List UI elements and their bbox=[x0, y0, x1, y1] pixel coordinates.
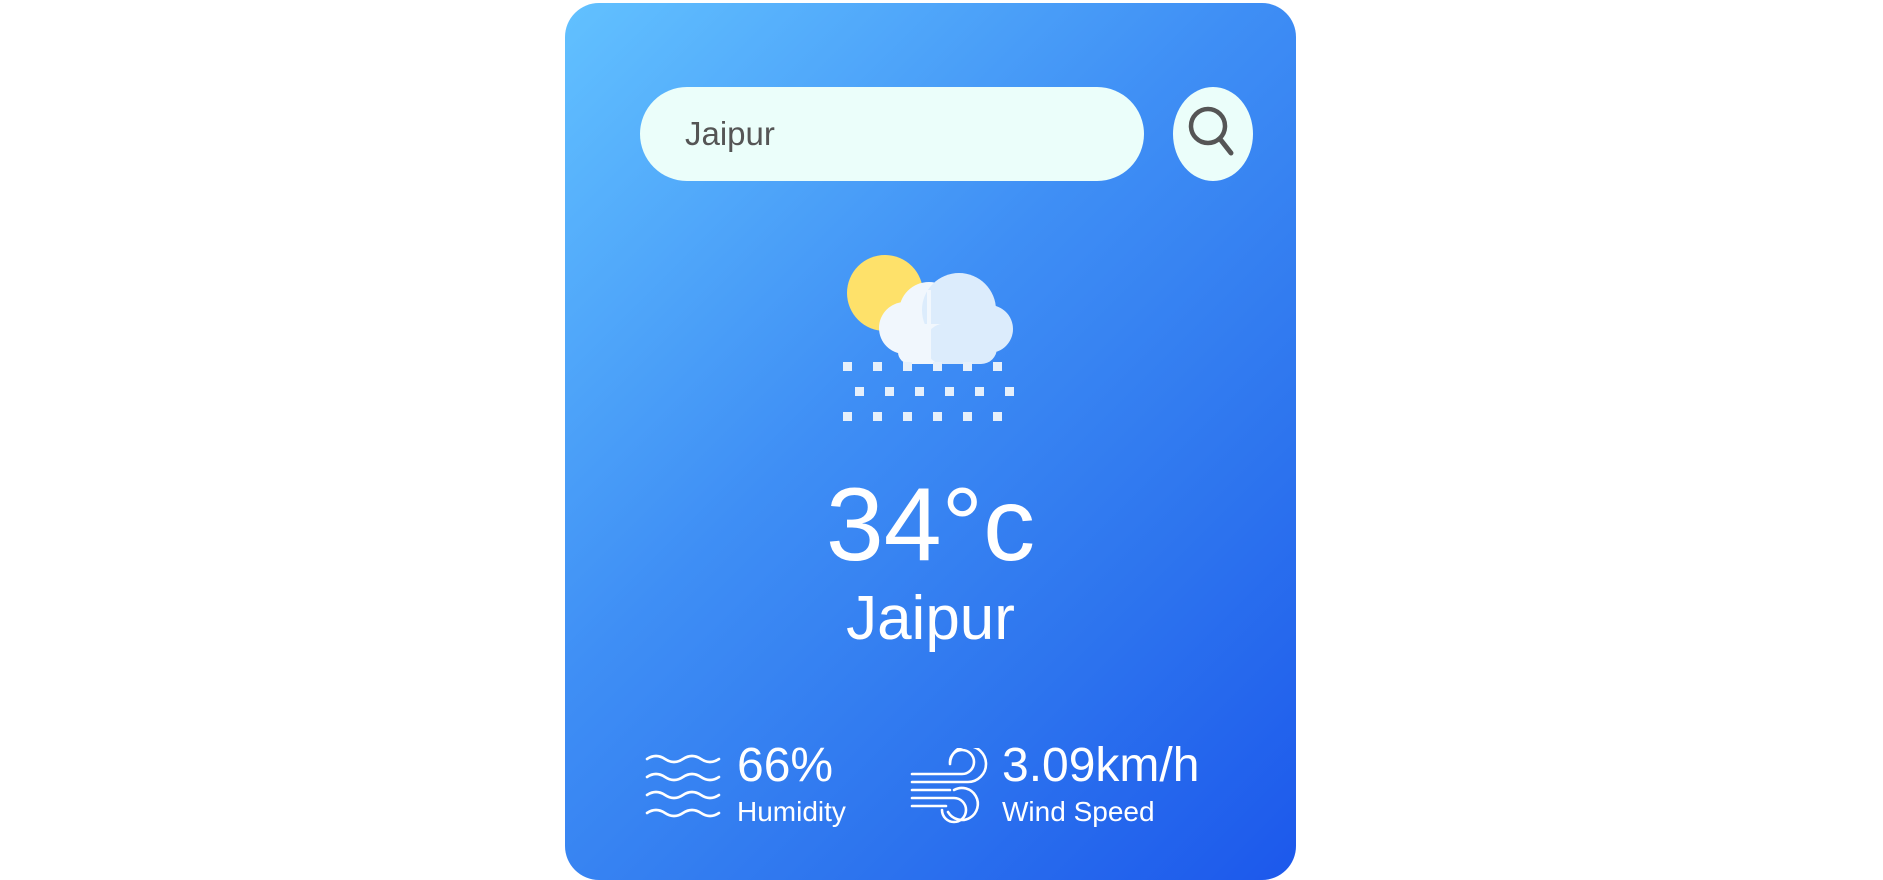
sun-cloud-snow-icon bbox=[843, 250, 1018, 430]
weather-card: 34°c Jaipur 66% Humidity 3.09km/h bbox=[565, 3, 1296, 880]
search-button[interactable] bbox=[1173, 87, 1253, 181]
humidity-waves-icon bbox=[645, 754, 721, 818]
temperature: 34°c bbox=[825, 467, 1036, 583]
wind-value: 3.09km/h bbox=[1002, 739, 1200, 792]
search-input[interactable] bbox=[640, 87, 1144, 181]
search-bar bbox=[640, 87, 1253, 181]
wind-label: Wind Speed bbox=[1002, 796, 1155, 827]
humidity-detail: 66% Humidity bbox=[645, 738, 885, 838]
humidity-value: 66% bbox=[737, 739, 834, 792]
wind-icon bbox=[910, 748, 988, 824]
humidity-label: Humidity bbox=[737, 796, 846, 827]
search-icon bbox=[1188, 106, 1234, 156]
wind-detail: 3.09km/h Wind Speed bbox=[910, 738, 1240, 838]
city-name: Jaipur bbox=[846, 584, 1015, 653]
